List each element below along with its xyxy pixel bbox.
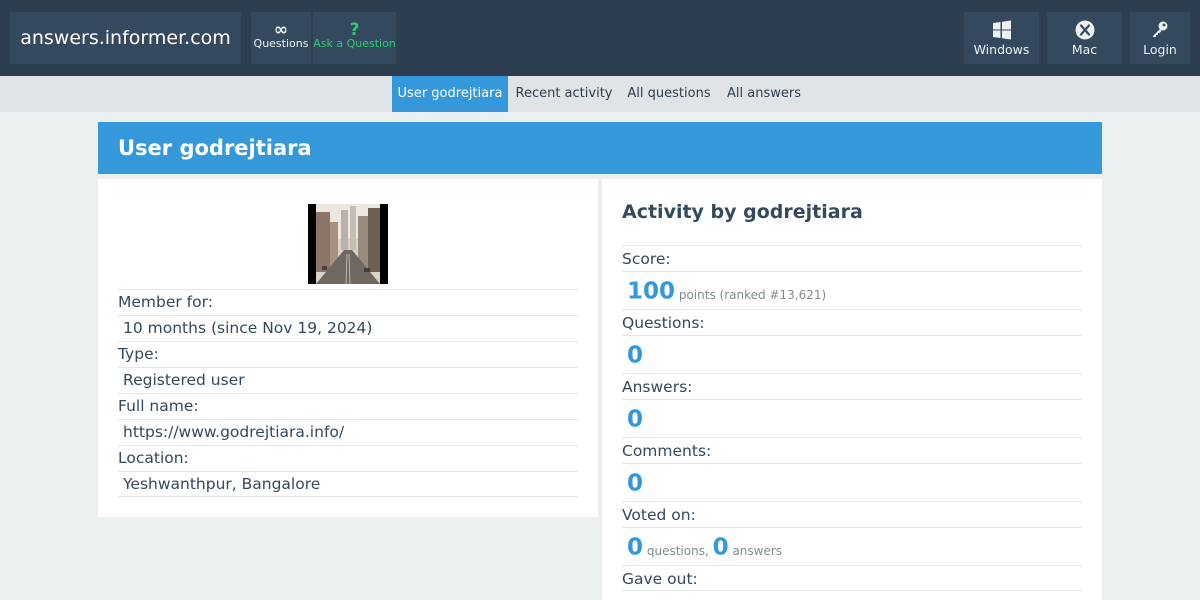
comments-count-row: 0 bbox=[622, 463, 1082, 501]
tab-recent-activity[interactable]: Recent activity bbox=[512, 76, 616, 112]
gave-out-label: Gave out: bbox=[622, 565, 1082, 591]
score-row: 100 points (ranked #13,621) bbox=[622, 271, 1082, 309]
voted-on-row: 0 questions, 0 answers bbox=[622, 527, 1082, 565]
comments-count-value: 0 bbox=[627, 470, 644, 497]
mac-label: Mac bbox=[1071, 42, 1098, 57]
page-title: User godrejtiara bbox=[98, 122, 1102, 174]
location-label: Location: bbox=[118, 445, 578, 471]
full-name-label: Full name: bbox=[118, 393, 578, 419]
type-label: Type: bbox=[118, 341, 578, 367]
questions-count-label: Questions: bbox=[622, 309, 1082, 335]
sub-navigation: User godrejtiara Recent activity All que… bbox=[0, 76, 1200, 112]
activity-panel: Activity by godrejtiara Score: 100 point… bbox=[602, 179, 1102, 600]
site-logo[interactable]: answers.informer.com bbox=[10, 12, 241, 64]
voted-questions-suffix: questions, bbox=[646, 543, 709, 558]
windows-button[interactable]: Windows bbox=[964, 12, 1039, 64]
top-bar: answers.informer.com ∞ Questions ? Ask a… bbox=[0, 0, 1200, 76]
tab-all-answers[interactable]: All answers bbox=[722, 76, 806, 112]
tab-all-questions[interactable]: All questions bbox=[624, 76, 714, 112]
type-value: Registered user bbox=[118, 367, 578, 393]
voted-answers-value: 0 bbox=[712, 534, 729, 561]
activity-title: Activity by godrejtiara bbox=[622, 201, 863, 223]
voted-answers-suffix: answers bbox=[732, 543, 783, 558]
questions-count-value: 0 bbox=[627, 342, 644, 369]
member-for-value: 10 months (since Nov 19, 2024) bbox=[118, 315, 578, 341]
answers-count-row: 0 bbox=[622, 399, 1082, 437]
location-value: Yeshwanthpur, Bangalore bbox=[118, 471, 578, 497]
voted-on-label: Voted on: bbox=[622, 501, 1082, 527]
score-suffix: points (ranked #13,621) bbox=[678, 287, 827, 302]
questions-count-row: 0 bbox=[622, 335, 1082, 373]
questions-button[interactable]: ∞ Questions bbox=[251, 12, 311, 64]
ask-question-button[interactable]: ? Ask a Question bbox=[313, 12, 396, 64]
avatar bbox=[308, 204, 388, 285]
profile-panel: Member for: 10 months (since Nov 19, 202… bbox=[98, 179, 598, 517]
windows-label: Windows bbox=[973, 42, 1030, 57]
tab-user-profile[interactable]: User godrejtiara bbox=[392, 76, 508, 112]
answers-count-value: 0 bbox=[627, 406, 644, 433]
mac-icon bbox=[1047, 12, 1122, 42]
voted-questions-value: 0 bbox=[627, 534, 644, 561]
mac-button[interactable]: Mac bbox=[1047, 12, 1122, 64]
login-button[interactable]: Login bbox=[1130, 12, 1190, 64]
infinity-icon: ∞ bbox=[273, 20, 289, 40]
score-label: Score: bbox=[622, 245, 1082, 271]
answers-count-label: Answers: bbox=[622, 373, 1082, 399]
question-mark-icon: ? bbox=[349, 20, 360, 40]
score-value: 100 bbox=[627, 278, 676, 305]
login-label: Login bbox=[1143, 42, 1177, 57]
comments-count-label: Comments: bbox=[622, 437, 1082, 463]
key-icon bbox=[1130, 12, 1190, 42]
ask-question-label: Ask a Question bbox=[313, 37, 396, 50]
windows-icon bbox=[964, 12, 1039, 42]
questions-label: Questions bbox=[253, 37, 309, 50]
member-for-label: Member for: bbox=[118, 289, 578, 315]
full-name-value: https://www.godrejtiara.info/ bbox=[118, 419, 578, 445]
